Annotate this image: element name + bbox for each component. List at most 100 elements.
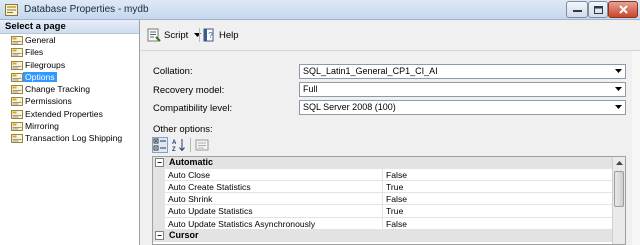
page-item-transaction-log-shipping[interactable]: Transaction Log Shipping	[0, 132, 139, 144]
minimize-icon	[572, 9, 582, 12]
page-list: General Files Filegroups Options Change Trac…	[0, 34, 139, 145]
page-properties-icon	[11, 109, 23, 119]
page-item-change-tracking[interactable]: Change Tracking	[0, 83, 139, 95]
category-label: Cursor	[169, 230, 199, 240]
script-label: Script	[164, 29, 189, 41]
svg-text:A: A	[172, 140, 177, 146]
alphabetical-button[interactable]: A Z	[171, 137, 187, 153]
page-item-mirroring[interactable]: Mirroring	[0, 120, 139, 132]
panel-scrollbar[interactable]	[632, 51, 640, 245]
page-item-label: Extended Properties	[25, 108, 103, 119]
maximize-icon	[593, 5, 603, 14]
property-name: Auto Update Statistics Asynchronously	[165, 217, 383, 230]
category-row-automatic[interactable]: − Automatic	[153, 157, 613, 169]
svg-text:Z: Z	[172, 147, 176, 152]
toolbar-separator	[199, 28, 200, 42]
page-properties-icon	[11, 36, 23, 45]
compatibility-level-select[interactable]: SQL Server 2008 (100)	[299, 100, 626, 115]
page-properties-icon	[11, 48, 23, 58]
options-content: Script ? Help Collation: SQL_Latin1_Gene…	[141, 20, 640, 245]
page-properties-icon	[11, 60, 23, 70]
categorized-icon	[153, 138, 166, 151]
property-name: Auto Shrink	[165, 193, 383, 206]
page-item-label: Permissions	[25, 96, 72, 107]
close-button[interactable]	[608, 1, 638, 18]
property-grid: − Automatic Auto Close False Auto Create Sta…	[152, 156, 626, 245]
property-name: Auto Close	[165, 168, 383, 181]
help-icon: ?	[203, 28, 214, 42]
collapse-toggle-icon[interactable]: −	[155, 158, 164, 167]
page-properties-icon	[11, 85, 23, 95]
property-value[interactable]: True	[383, 205, 613, 218]
database-properties-icon	[5, 4, 18, 16]
property-value[interactable]: False	[383, 169, 613, 181]
page-properties-icon	[11, 122, 23, 132]
page-item-label: General	[25, 35, 56, 45]
scroll-thumb[interactable]	[614, 171, 624, 207]
title-bar: Database Properties - mydb	[0, 0, 640, 20]
property-row[interactable]: Auto Update Statistics True	[153, 205, 613, 218]
recovery-model-value: Full	[303, 84, 318, 94]
page-item-label: Files	[25, 47, 44, 58]
collation-label: Collation:	[153, 66, 193, 77]
other-options-label: Other options:	[153, 124, 213, 135]
page-item-label: Options	[23, 71, 57, 82]
scroll-up-button[interactable]	[613, 157, 625, 169]
svg-text:?: ?	[208, 31, 213, 40]
maximize-button[interactable]	[588, 1, 608, 18]
window-title: Database Properties - mydb	[24, 4, 149, 15]
page-item-general[interactable]: General	[0, 34, 139, 46]
minimize-button[interactable]	[566, 1, 588, 18]
grid-toolbar-separator	[190, 138, 191, 152]
collation-select[interactable]: SQL_Latin1_General_CP1_CI_AI	[299, 64, 626, 79]
page-properties-icon	[11, 97, 23, 107]
page-item-label: Mirroring	[25, 121, 59, 132]
chevron-down-icon[interactable]	[194, 32, 202, 38]
property-pages-button[interactable]	[194, 137, 210, 153]
row-gutter	[153, 217, 165, 230]
collapse-toggle-icon[interactable]: −	[155, 231, 164, 240]
categorized-button[interactable]	[152, 137, 168, 153]
page-item-label: Change Tracking	[25, 84, 90, 95]
property-name: Auto Create Statistics	[165, 180, 383, 194]
alphabetical-sort-icon: A Z	[172, 139, 185, 153]
row-gutter	[153, 168, 165, 181]
script-icon	[147, 28, 161, 42]
page-item-files[interactable]: Files	[0, 46, 139, 58]
property-value[interactable]: False	[383, 193, 613, 206]
compatibility-level-label: Compatibility level:	[153, 103, 233, 114]
script-button[interactable]: Script	[147, 27, 202, 43]
property-pages-icon	[195, 139, 209, 151]
help-button[interactable]: ? Help	[203, 27, 239, 43]
select-page-panel: Select a page General Files Filegroups Opti…	[0, 20, 140, 245]
help-label: Help	[219, 29, 239, 41]
page-item-permissions[interactable]: Permissions	[0, 95, 139, 107]
page-item-label: Transaction Log Shipping	[25, 133, 123, 144]
page-item-extended-properties[interactable]: Extended Properties	[0, 108, 139, 120]
category-row-cursor[interactable]: − Cursor	[153, 230, 613, 242]
select-page-header: Select a page	[0, 20, 139, 34]
compatibility-level-value: SQL Server 2008 (100)	[303, 102, 396, 112]
category-label: Automatic	[169, 157, 214, 167]
row-gutter	[153, 193, 165, 206]
chevron-down-icon	[612, 101, 625, 114]
recovery-model-select[interactable]: Full	[299, 82, 626, 97]
property-row[interactable]: Auto Shrink False	[153, 193, 613, 206]
row-gutter	[153, 205, 165, 218]
recovery-model-label: Recovery model:	[153, 85, 225, 96]
property-row[interactable]: Auto Close False	[153, 168, 613, 181]
property-value[interactable]: True	[383, 181, 613, 194]
page-item-filegroups[interactable]: Filegroups	[0, 59, 139, 71]
property-value[interactable]: False	[383, 218, 613, 230]
page-item-options[interactable]: Options	[0, 71, 139, 83]
property-row[interactable]: Auto Create Statistics True	[153, 180, 613, 194]
page-properties-icon	[11, 134, 23, 144]
property-grid-scrollbar[interactable]	[612, 157, 625, 244]
page-item-label: Filegroups	[25, 59, 66, 70]
chevron-down-icon	[612, 65, 625, 78]
chevron-up-icon	[615, 160, 623, 165]
row-gutter	[153, 180, 165, 194]
property-name: Auto Update Statistics	[165, 205, 383, 218]
property-row[interactable]: Auto Update Statistics Asynchronously Fal…	[153, 217, 613, 230]
collation-value: SQL_Latin1_General_CP1_CI_AI	[303, 66, 438, 76]
